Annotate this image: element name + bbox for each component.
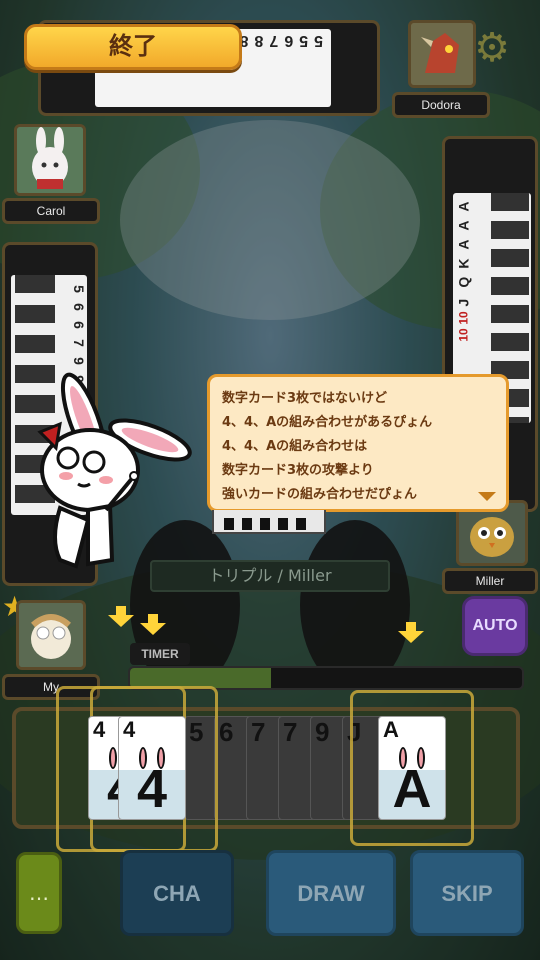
right-card-rank: Q — [455, 276, 472, 288]
timer-label: TIMER — [130, 643, 190, 665]
left-card-rank: 6 — [71, 321, 87, 329]
played-cards-area — [212, 510, 326, 534]
dodora-name: Dodora — [392, 92, 490, 118]
my-avatar — [16, 600, 86, 670]
hand-card-rank: 6 — [219, 717, 234, 747]
auto-button[interactable]: AUTO — [462, 596, 528, 656]
end-game-button[interactable]: 終了 — [24, 24, 242, 70]
left-card-rank: 5 — [71, 285, 87, 293]
left-card-rank: 7 — [71, 339, 87, 347]
dropdown-triangle-icon — [478, 492, 496, 501]
tutorial-speech-bubble[interactable]: 数字カード3枚ではないけど 4、4、Aの組み合わせがあるぴょん 4、4、Aの組み… — [207, 374, 509, 512]
draw-button[interactable]: DRAW — [266, 850, 396, 936]
right-card-rank: 10 — [456, 311, 471, 325]
chat-button[interactable]: … — [16, 852, 62, 934]
carol-avatar — [14, 124, 86, 196]
cha-button[interactable]: CHA — [120, 850, 234, 936]
selected-card-a[interactable]: A A — [378, 716, 446, 820]
card-corner-rank: 4 — [93, 717, 106, 742]
hand-card-rank: 9 — [315, 717, 330, 747]
miller-name: Miller — [442, 568, 538, 594]
right-card-rank: A — [455, 220, 472, 231]
right-card-rank: A — [455, 239, 472, 250]
selected-card-4[interactable]: 4 4 — [118, 716, 186, 820]
skip-button[interactable]: SKIP — [410, 850, 524, 936]
last-play-label: トリプル / Miller — [150, 560, 390, 592]
carol-name: Carol — [2, 198, 100, 224]
left-card-rank: 6 — [71, 303, 87, 311]
hand-card-rank: 7 — [251, 717, 266, 747]
bubble-line: 強いカードの組み合わせだぴょん — [222, 487, 418, 502]
chat-icon: … — [29, 881, 49, 905]
bubble-line: 数字カード3枚の攻撃より — [222, 463, 374, 478]
bubble-line: 4、4、Aの組み合わせがあるぴょん — [222, 415, 433, 430]
right-card-rank: J — [455, 298, 472, 307]
card-big-rank: A — [392, 759, 432, 819]
card-big-rank: 4 — [136, 759, 168, 819]
right-card-rank: A — [455, 201, 472, 212]
bubble-line: 4、4、Aの組み合わせは — [222, 439, 368, 454]
timer-fill — [130, 668, 272, 688]
bubble-line: 数字カード3枚ではないけど — [222, 391, 388, 406]
card-corner-rank: 4 — [123, 717, 136, 742]
right-card-rank: 10 — [456, 328, 471, 342]
rabbit-teacher-character — [37, 372, 192, 569]
hand-card-rank: 7 — [283, 717, 298, 747]
right-card-rank: K — [455, 258, 472, 269]
gear-icon[interactable]: ⚙ — [470, 26, 514, 70]
card-corner-rank: A — [383, 717, 399, 742]
dodora-avatar — [408, 20, 476, 88]
